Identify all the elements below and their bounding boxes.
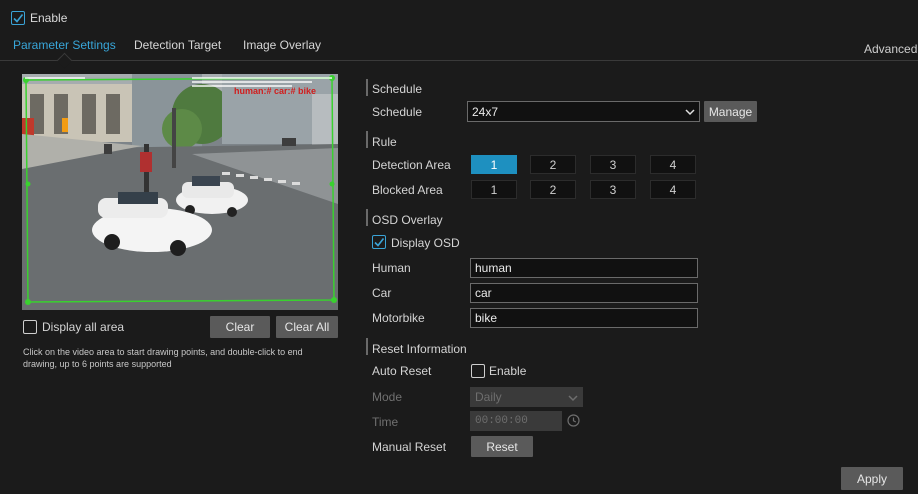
osd-section-title: OSD Overlay	[372, 213, 443, 227]
reset-section-marker	[366, 338, 368, 355]
schedule-select[interactable]: 24x7	[467, 101, 700, 122]
detection-area-4-button[interactable]: 4	[650, 155, 696, 174]
rule-section-marker	[366, 131, 368, 148]
human-text-input[interactable]: human	[470, 258, 698, 278]
tab-image-overlay[interactable]: Image Overlay	[243, 38, 321, 52]
enable-checkbox[interactable]	[11, 11, 25, 25]
detection-area-3-button[interactable]: 3	[590, 155, 636, 174]
motorbike-label: Motorbike	[372, 311, 425, 325]
display-all-area-label: Display all area	[42, 320, 125, 334]
mode-select[interactable]: Daily	[470, 387, 583, 407]
apply-button[interactable]: Apply	[841, 467, 903, 490]
video-osd-text: human:# car:# bike	[234, 86, 316, 96]
display-osd-label: Display OSD	[391, 236, 460, 250]
reset-section-title: Reset Information	[372, 342, 467, 356]
detection-area-2-button[interactable]: 2	[530, 155, 576, 174]
clear-button[interactable]: Clear	[210, 316, 270, 338]
blocked-area-1-button[interactable]: 1	[471, 180, 517, 199]
auto-reset-enable-label: Enable	[489, 364, 527, 378]
schedule-section-title: Schedule	[372, 82, 423, 96]
chevron-down-icon	[568, 395, 578, 402]
tab-parameter-settings[interactable]: Parameter Settings	[13, 38, 116, 52]
time-input[interactable]: 00:00:00	[470, 411, 562, 431]
manual-reset-label: Manual Reset	[372, 440, 447, 454]
schedule-section-marker	[366, 79, 368, 96]
top-bar: Enable	[0, 0, 918, 34]
osd-section-marker	[366, 209, 368, 226]
blocked-area-2-button[interactable]: 2	[530, 180, 576, 199]
schedule-label: Schedule	[372, 105, 423, 119]
video-preview[interactable]: human:# car:# bike	[22, 74, 338, 310]
schedule-select-value: 24x7	[472, 104, 499, 119]
tab-bar: Parameter Settings Detection Target Imag…	[0, 34, 918, 61]
human-label: Human	[372, 261, 411, 275]
drawing-hint-line1: Click on the video area to start drawing…	[23, 347, 303, 357]
auto-reset-enable-checkbox[interactable]	[471, 364, 485, 378]
car-text-input[interactable]: car	[470, 283, 698, 303]
chevron-down-icon	[685, 109, 695, 116]
mode-label: Mode	[372, 390, 403, 404]
enable-label: Enable	[30, 11, 68, 25]
drawing-hint: Click on the video area to start drawing…	[23, 346, 303, 370]
detection-area-1-button[interactable]: 1	[471, 155, 517, 174]
time-label: Time	[372, 415, 399, 429]
advanced-link[interactable]: Advanced	[864, 42, 917, 56]
blocked-area-label: Blocked Area	[372, 183, 443, 197]
detection-area-label: Detection Area	[372, 158, 451, 172]
display-osd-checkbox[interactable]	[372, 235, 386, 249]
manage-button[interactable]: Manage	[704, 101, 757, 122]
tab-detection-target[interactable]: Detection Target	[134, 38, 221, 52]
mode-select-value: Daily	[475, 390, 502, 404]
blocked-area-3-button[interactable]: 3	[590, 180, 636, 199]
checkmark-icon	[374, 238, 385, 247]
reset-button[interactable]: Reset	[471, 436, 533, 457]
drawing-hint-line2: drawing, up to 6 points are supported	[23, 359, 172, 369]
clear-all-button[interactable]: Clear All	[276, 316, 338, 338]
auto-reset-label: Auto Reset	[372, 364, 432, 378]
blocked-area-4-button[interactable]: 4	[650, 180, 696, 199]
checkmark-icon	[13, 14, 24, 23]
display-all-area-checkbox[interactable]	[23, 320, 37, 334]
clock-icon[interactable]	[567, 414, 580, 427]
car-label: Car	[372, 286, 392, 300]
video-frame: human:# car:# bike	[22, 74, 338, 310]
rule-section-title: Rule	[372, 135, 397, 149]
motorbike-text-input[interactable]: bike	[470, 308, 698, 328]
